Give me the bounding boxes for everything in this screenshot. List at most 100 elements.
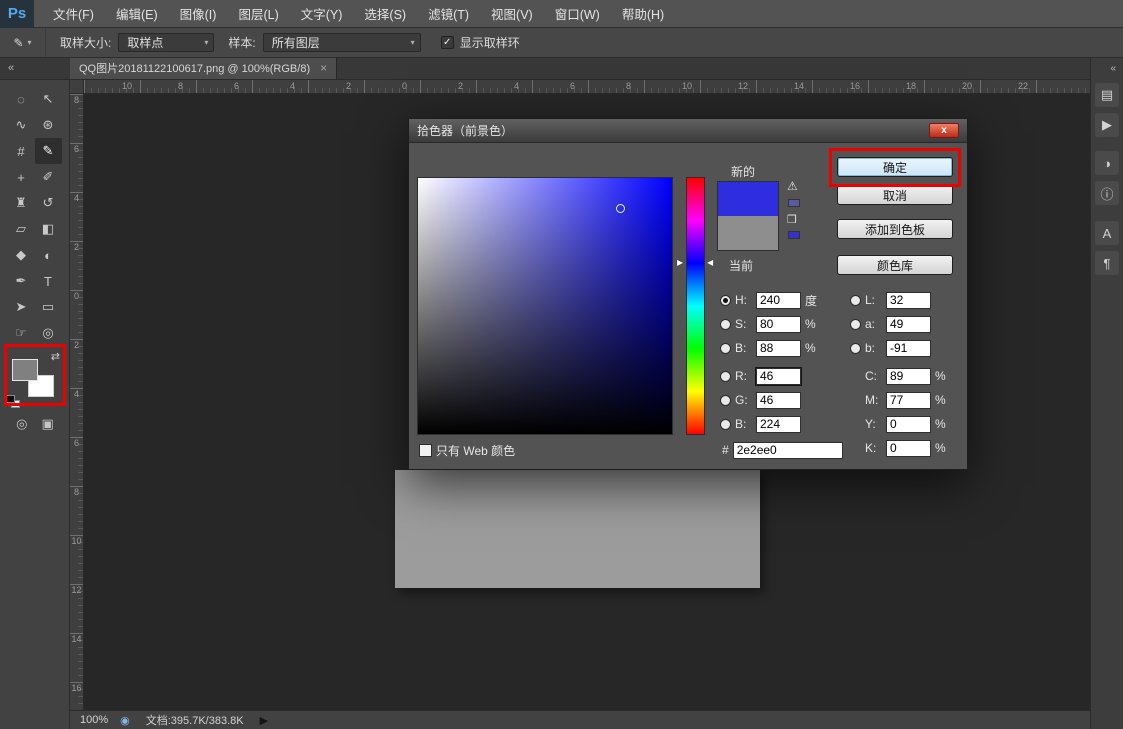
a-input[interactable]	[886, 316, 931, 333]
h-radio[interactable]	[720, 295, 731, 306]
y-input[interactable]	[886, 416, 931, 433]
menu-image[interactable]: 图像(I)	[169, 0, 228, 28]
quick-selection-tool-button[interactable]: ⊛	[35, 112, 62, 138]
field-row-l: L:	[850, 291, 935, 309]
menu-help[interactable]: 帮助(H)	[611, 0, 675, 28]
eraser-tool-button[interactable]: ▱	[8, 216, 35, 242]
web-safe-preview-swatch[interactable]	[788, 231, 800, 239]
clone-stamp-icon: ♜	[15, 195, 27, 211]
g-input[interactable]	[756, 392, 801, 409]
quick-mask-button[interactable]: ◎	[16, 416, 27, 432]
hue-slider[interactable]	[686, 177, 705, 435]
hand-tool-button[interactable]: ☞	[8, 320, 35, 346]
horizontal-ruler[interactable]: 1086420246810121416182022	[84, 80, 1090, 94]
sample-dropdown[interactable]: 所有图层 ▾	[263, 33, 421, 52]
current-color-swatch[interactable]	[718, 216, 778, 250]
color-field-marker[interactable]	[616, 204, 625, 213]
b-input[interactable]	[756, 340, 801, 357]
expand-panels-icon[interactable]: «	[1110, 58, 1123, 83]
menu-view[interactable]: 视图(V)	[480, 0, 544, 28]
b-radio[interactable]	[720, 343, 731, 354]
b2-input[interactable]	[756, 416, 801, 433]
vertical-ruler[interactable]: 86420246810121416	[70, 94, 84, 710]
status-flyout-arrow[interactable]: ▶	[260, 714, 268, 727]
h-input[interactable]	[756, 292, 801, 309]
gamut-warning-icon[interactable]: ⚠	[787, 179, 798, 193]
default-foreground-chip	[6, 395, 15, 403]
menu-select[interactable]: 选择(S)	[353, 0, 417, 28]
r-input[interactable]	[756, 368, 801, 385]
s-radio[interactable]	[720, 319, 731, 330]
type-tool-button[interactable]: T	[35, 268, 62, 294]
info-panel-icon[interactable]: ⓘ	[1095, 181, 1119, 205]
toolbar-bottom-buttons: ◎ ▣	[0, 416, 70, 432]
menu-edit[interactable]: 编辑(E)	[105, 0, 169, 28]
zoom-tool-button[interactable]: ◎	[35, 320, 62, 346]
menu-filter[interactable]: 滤镜(T)	[417, 0, 480, 28]
cancel-button[interactable]: 取消	[837, 185, 953, 205]
paragraph-panel-icon[interactable]: ¶	[1095, 251, 1119, 275]
zoom-level[interactable]: 100%	[70, 714, 120, 726]
sample-size-dropdown[interactable]: 取样点 ▾	[118, 33, 214, 52]
color-libraries-button[interactable]: 颜色库	[837, 255, 953, 275]
l-radio[interactable]	[850, 295, 861, 306]
lasso-tool-button[interactable]: ∿	[8, 112, 35, 138]
gamut-preview-swatch[interactable]	[788, 199, 800, 207]
h-label: H:	[735, 293, 752, 307]
k-input[interactable]	[886, 440, 931, 457]
menu-file[interactable]: 文件(F)	[42, 0, 105, 28]
ok-button[interactable]: 确定	[837, 157, 953, 177]
spot-healing-brush-tool-button[interactable]: +	[8, 164, 35, 190]
foreground-color-swatch[interactable]	[12, 359, 38, 381]
hex-input[interactable]	[733, 442, 843, 459]
rectangle-tool-button[interactable]: ▭	[35, 294, 62, 320]
menu-window[interactable]: 窗口(W)	[544, 0, 611, 28]
menu-type[interactable]: 文字(Y)	[290, 0, 354, 28]
hue-slider-arrow-left[interactable]: ▶	[677, 258, 683, 267]
document-image[interactable]	[395, 470, 760, 588]
lab-b-radio[interactable]	[850, 343, 861, 354]
document-tab[interactable]: QQ图片20181122100617.png @ 100%(RGB/8) ×	[70, 57, 337, 79]
crop-tool-button[interactable]: #	[8, 138, 35, 164]
g-radio[interactable]	[720, 395, 731, 406]
clone-stamp-tool-button[interactable]: ♜	[8, 190, 35, 216]
collapse-toolbar-icon[interactable]: «	[0, 62, 70, 79]
show-sampling-ring-checkbox[interactable]: ✓	[441, 36, 454, 49]
brush-tool-button[interactable]: ✐	[35, 164, 62, 190]
hue-slider-arrow-right[interactable]: ◀	[707, 258, 713, 267]
adjustments-panel-icon[interactable]: ◑	[1095, 151, 1119, 175]
pen-tool-button[interactable]: ✒	[8, 268, 35, 294]
k-label: K:	[865, 441, 882, 455]
close-tab-icon[interactable]: ×	[320, 61, 327, 75]
dialog-titlebar[interactable]: 拾色器（前景色） x	[409, 119, 967, 143]
b2-radio[interactable]	[720, 419, 731, 430]
character-panel-icon[interactable]: A	[1095, 221, 1119, 245]
m-input[interactable]	[886, 392, 931, 409]
lab-b-input[interactable]	[886, 340, 931, 357]
actions-panel-icon[interactable]: ▶	[1095, 113, 1119, 137]
eyedropper-tool-button[interactable]: ✎	[35, 138, 62, 164]
a-radio[interactable]	[850, 319, 861, 330]
blur-tool-button[interactable]: ◆	[8, 242, 35, 268]
tool-preset-picker[interactable]: ✎ ▾	[0, 28, 46, 57]
default-colors-icon[interactable]	[6, 395, 24, 410]
dodge-tool-button[interactable]: ◐	[35, 242, 62, 268]
dialog-close-button[interactable]: x	[929, 123, 959, 138]
saturation-brightness-field[interactable]	[417, 177, 673, 435]
history-panel-icon[interactable]: ▤	[1095, 83, 1119, 107]
s-input[interactable]	[756, 316, 801, 333]
screen-mode-button[interactable]: ▣	[42, 416, 54, 432]
l-input[interactable]	[886, 292, 931, 309]
move-tool-button[interactable]: ↖	[35, 86, 62, 112]
gradient-tool-button[interactable]: ◧	[35, 216, 62, 242]
r-radio[interactable]	[720, 371, 731, 382]
menu-layer[interactable]: 图层(L)	[227, 0, 289, 28]
web-safe-cube-icon[interactable]: ❒	[787, 213, 797, 226]
add-to-swatches-button[interactable]: 添加到色板	[837, 219, 953, 239]
history-brush-tool-button[interactable]: ↺	[35, 190, 62, 216]
c-input[interactable]	[886, 368, 931, 385]
elliptical-marquee-tool-button[interactable]: ◌	[8, 86, 35, 112]
path-selection-tool-button[interactable]: ➤	[8, 294, 35, 320]
web-colors-checkbox[interactable]	[419, 444, 432, 457]
swap-colors-icon[interactable]: ⇄	[51, 350, 60, 363]
